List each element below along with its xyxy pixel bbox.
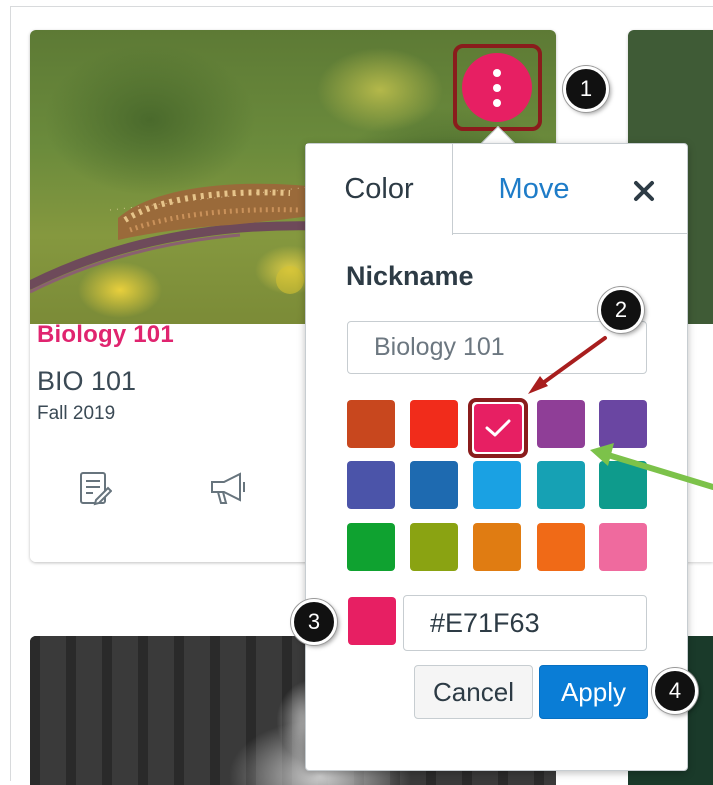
- callout-3: 3: [291, 599, 337, 645]
- tab-color[interactable]: Color: [306, 144, 453, 235]
- dashboard-stage: Biology 101 BIO 101 Fall 2019 Color Move: [0, 0, 713, 785]
- callout-1: 1: [563, 66, 609, 112]
- callout-4: 4: [652, 668, 698, 714]
- callout-2: 2: [598, 287, 644, 333]
- annotation-arrows: [528, 336, 713, 490]
